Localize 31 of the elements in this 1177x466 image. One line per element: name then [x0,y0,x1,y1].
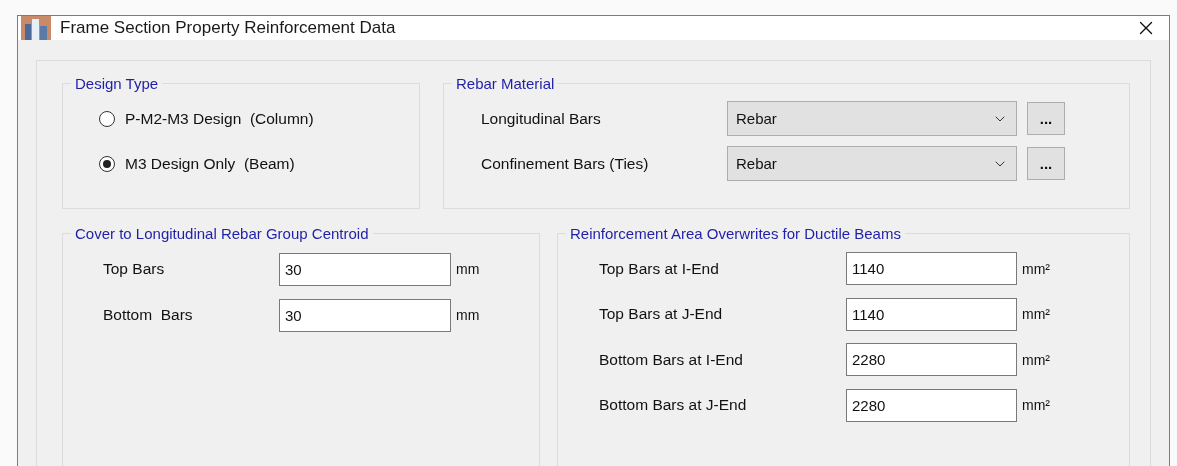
field-label: Bottom Bars at J-End [599,396,748,415]
field-label: Longitudinal Bars [481,109,602,128]
field-label: Bottom Bars [103,306,194,324]
group-title: Design Type [74,75,160,92]
unit-label: mm [455,261,481,277]
unit-label: mm² [1021,351,1051,368]
field-label: Bottom Bars at I-End [599,350,744,369]
unit-label: mm [455,307,481,323]
material-dropdown[interactable]: Rebar [727,101,1017,136]
input-field[interactable]: 1140 [846,252,1017,286]
field-label: Confinement Bars (Ties) [481,154,650,173]
material-dropdown[interactable]: Rebar [727,146,1017,181]
unit-label: mm² [1021,306,1051,323]
group-title: Rebar Material [455,75,556,92]
radio-label: M3 Design Only (Beam) [125,154,295,173]
unit-label: mm² [1021,397,1051,414]
group-title: Cover to Longitudinal Rebar Group Centroid [74,225,370,242]
group-title: Reinforcement Area Overwrites for Ductile Beams [569,225,902,242]
browse-button[interactable]: ... [1027,147,1065,180]
field-label: Top Bars at I-End [599,259,720,278]
window-title: Frame Section Property Reinforcement Data [60,18,397,38]
browse-button[interactable]: ... [1027,102,1065,135]
input-field[interactable]: 1140 [846,297,1017,331]
input-field[interactable]: 2280 [846,343,1017,377]
unit-label: mm² [1021,260,1051,277]
input-field[interactable]: 30 [279,252,451,286]
input-field[interactable]: 2280 [846,388,1017,422]
field-label: Top Bars at J-End [599,305,724,324]
input-field[interactable]: 30 [279,298,451,332]
field-label: Top Bars [103,260,166,278]
radio-label: P-M2-M3 Design (Column) [125,109,314,128]
